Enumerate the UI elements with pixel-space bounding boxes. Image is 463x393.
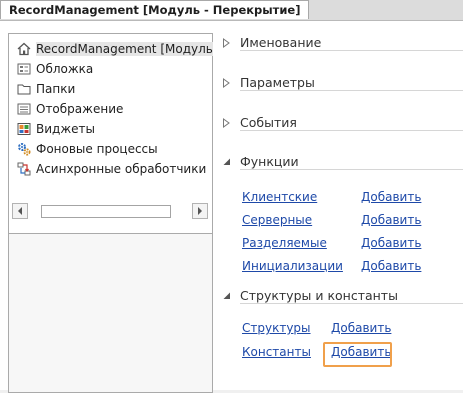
editor-tab-bar: RecordManagement [Модуль - Перекрытие] [0, 0, 463, 21]
list-icon [17, 102, 31, 116]
module-tree-panel: RecordManagement [Модуль Обложка Папки О… [8, 33, 213, 246]
collapse-arrow-icon [223, 292, 230, 299]
folder-icon [17, 82, 31, 96]
section-title: Параметры [240, 75, 315, 90]
section-title: События [240, 115, 297, 130]
highlight-box [323, 342, 392, 367]
section-title: Структуры и константы [240, 288, 398, 303]
tree-item-label: RecordManagement [Модуль [36, 42, 213, 56]
section-title: Именование [240, 35, 322, 50]
structures-link[interactable]: Структуры [242, 321, 311, 335]
tree-item-folders[interactable]: Папки [17, 80, 75, 98]
tree-item-label: Отображение [36, 102, 124, 116]
scroll-left-button[interactable] [12, 203, 28, 219]
divider [240, 303, 463, 304]
scroll-right-button[interactable] [192, 203, 208, 219]
functions-init-link[interactable]: Инициализации [242, 259, 343, 273]
tree-item-recordmanagement[interactable]: RecordManagement [Модуль [17, 40, 213, 58]
properties-panel [8, 233, 213, 393]
gear-icon [17, 142, 31, 156]
functions-client-link[interactable]: Клиентские [242, 190, 317, 204]
expand-arrow-icon [223, 78, 230, 88]
home-icon [17, 42, 31, 56]
chevron-right-icon [198, 207, 202, 215]
divider [240, 169, 463, 170]
form-icon [17, 62, 31, 76]
module-tab[interactable]: RecordManagement [Модуль - Перекрытие] [0, 0, 310, 19]
chevron-left-icon [18, 207, 22, 215]
tree-item-label: Папки [36, 82, 76, 96]
tree-item-label: Асинхронные обработчики [36, 162, 207, 176]
tree-item-label: Виджеты [36, 122, 95, 136]
tree-item-label: Обложка [36, 62, 94, 76]
tree-item-cover[interactable]: Обложка [17, 60, 93, 78]
functions-shared-add-link[interactable]: Добавить [361, 236, 421, 250]
expand-arrow-icon [223, 38, 230, 48]
divider [240, 50, 463, 51]
expand-arrow-icon [223, 118, 230, 128]
scrollbar-thumb[interactable] [41, 205, 171, 218]
constants-link[interactable]: Константы [242, 345, 311, 359]
divider [240, 90, 463, 91]
tree-horizontal-scrollbar[interactable] [12, 203, 208, 219]
async-icon [17, 162, 31, 176]
functions-client-add-link[interactable]: Добавить [361, 190, 421, 204]
divider [240, 130, 463, 131]
module-editor: RecordManagement [Модуль Обложка Папки О… [0, 21, 463, 393]
section-title: Функции [240, 154, 299, 169]
functions-server-add-link[interactable]: Добавить [361, 213, 421, 227]
functions-init-add-link[interactable]: Добавить [361, 259, 421, 273]
functions-server-link[interactable]: Серверные [242, 213, 312, 227]
collapse-arrow-icon [223, 158, 230, 165]
tree-item-display[interactable]: Отображение [17, 100, 123, 118]
widget-icon [17, 122, 31, 136]
tree-item-label: Фоновые процессы [36, 142, 158, 156]
tree-item-background-processes[interactable]: Фоновые процессы [17, 140, 158, 158]
tree-item-async-handlers[interactable]: Асинхронные обработчики [17, 160, 206, 178]
functions-shared-link[interactable]: Разделяемые [242, 236, 327, 250]
structures-add-link[interactable]: Добавить [331, 321, 391, 335]
tree-item-widgets[interactable]: Виджеты [17, 120, 95, 138]
